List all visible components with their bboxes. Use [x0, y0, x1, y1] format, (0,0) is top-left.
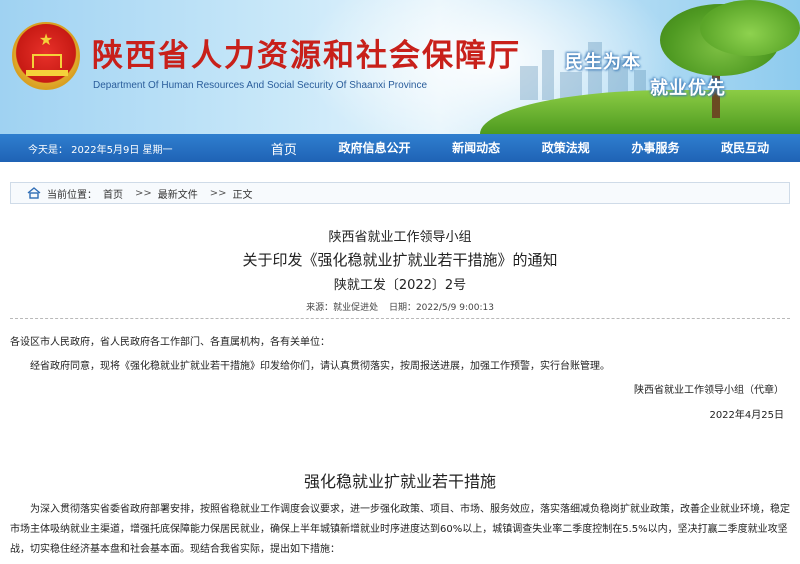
tree-crown-top — [700, 0, 800, 56]
divider — [10, 318, 790, 319]
slogan-line1: 民生为本 — [565, 52, 641, 73]
signature-date: 2022年4月25日 — [709, 410, 784, 421]
article-header: 陕西省就业工作领导小组 关于印发《强化稳就业扩就业若干措施》的通知 陕就工发〔2… — [0, 226, 800, 293]
nav-item-gov-info[interactable]: 政府信息公开 — [332, 139, 416, 158]
breadcrumb-prefix: 当前位置： — [47, 189, 97, 201]
document-number: 陕就工发〔2022〕2号 — [333, 278, 467, 293]
nav-menu: 首页 政府信息公开 新闻动态 政策法规 办事服务 政民互动 — [250, 139, 800, 158]
article-source: 来源：就业促进处 — [306, 303, 379, 313]
nav-item-policy[interactable]: 政策法规 — [536, 139, 596, 158]
article-date: 日期：2022/5/9 9:00:13 — [388, 303, 494, 313]
header-banner: ★ 陕西省人力资源和社会保障厅 Department Of Human Reso… — [0, 0, 800, 134]
home-icon — [27, 187, 41, 199]
nav-item-interaction[interactable]: 政民互动 — [715, 139, 775, 158]
nav-item-services[interactable]: 办事服务 — [625, 139, 685, 158]
breadcrumb-separator: >> — [135, 187, 152, 199]
measures-intro-paragraph: 为深入贯彻落实省委省政府部署安排，按照省稳就业工作调度会议要求，进一步强化政策、… — [10, 504, 790, 555]
section-title: 强化稳就业扩就业若干措施 — [303, 472, 496, 491]
site-title[interactable]: 陕西省人力资源和社会保障厅 — [92, 30, 521, 75]
signature-org: 陕西省就业工作领导小组（代章） — [634, 385, 784, 396]
slogan-line2: 就业优先 — [650, 78, 726, 99]
breadcrumb-home[interactable]: 首页 — [103, 186, 123, 201]
main-navbar: 今天是： 2022年5月9日 星期一 首页 政府信息公开 新闻动态 政策法规 办… — [0, 134, 800, 162]
current-date: 今天是： 2022年5月9日 星期一 — [28, 144, 173, 156]
nav-item-news[interactable]: 新闻动态 — [446, 139, 506, 158]
national-emblem-icon: ★ — [12, 22, 80, 90]
article-meta: 来源：就业促进处 日期：2022/5/9 9:00:13 — [0, 300, 800, 313]
notice-paragraph: 经省政府同意，现将《强化稳就业扩就业若干措施》印发给你们，请认真贯彻落实，按周报… — [30, 361, 610, 372]
breadcrumb-latest-files[interactable]: 最新文件 — [158, 186, 198, 201]
breadcrumb: 当前位置： 首页 >> 最新文件 >> 正文 — [10, 182, 790, 204]
nav-item-home[interactable]: 首页 — [265, 139, 303, 158]
article-title: 关于印发《强化稳就业扩就业若干措施》的通知 — [242, 251, 558, 269]
issuing-org: 陕西省就业工作领导小组 — [328, 230, 472, 245]
addressee: 各设区市人民政府，省人民政府各工作部门、各直属机构，各有关单位： — [10, 337, 330, 348]
breadcrumb-current: 正文 — [232, 189, 253, 201]
breadcrumb-separator: >> — [209, 187, 227, 199]
site-subtitle: Department Of Human Resources And Social… — [93, 80, 428, 91]
